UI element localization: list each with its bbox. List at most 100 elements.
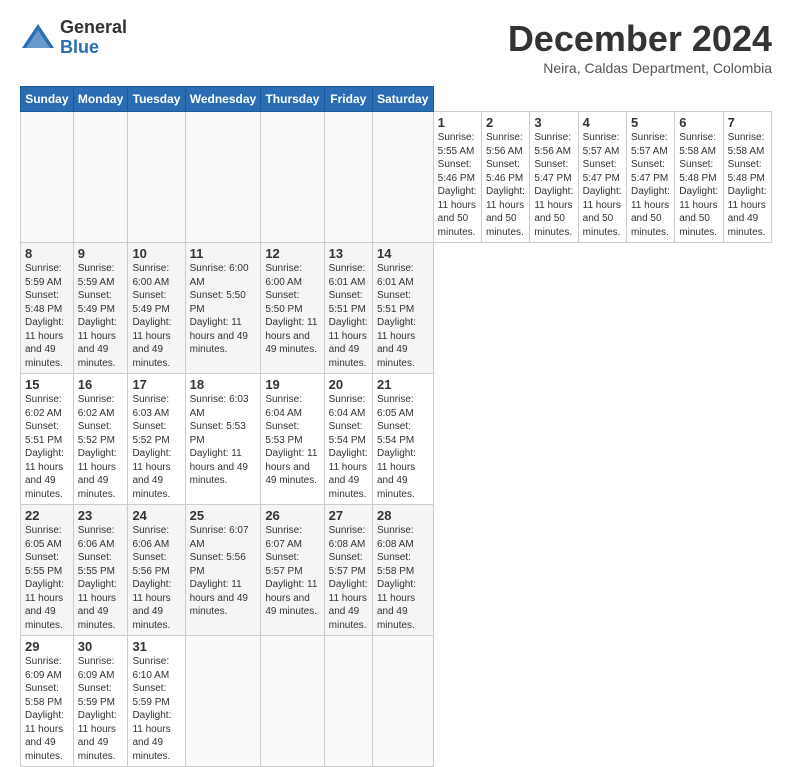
day-info: Sunrise: 6:00 AMSunset: 5:50 PMDaylight:…: [190, 262, 257, 357]
calendar-day-cell: 27 Sunrise: 6:08 AMSunset: 5:57 PMDaylig…: [324, 505, 372, 636]
calendar-day-cell: 22 Sunrise: 6:05 AMSunset: 5:55 PMDaylig…: [21, 505, 74, 636]
day-number: 31: [132, 639, 180, 654]
logo-blue: Blue: [60, 38, 127, 58]
logo-general: General: [60, 18, 127, 38]
day-number: 30: [78, 639, 124, 654]
day-number: 27: [329, 508, 368, 523]
calendar-day-cell: 8 Sunrise: 5:59 AMSunset: 5:48 PMDayligh…: [21, 243, 74, 374]
day-info: Sunrise: 5:58 AMSunset: 5:48 PMDaylight:…: [679, 131, 718, 239]
day-number: 14: [377, 246, 429, 261]
day-number: 2: [486, 115, 525, 130]
day-info: Sunrise: 5:59 AMSunset: 5:48 PMDaylight:…: [25, 262, 69, 370]
day-number: 3: [534, 115, 573, 130]
calendar-day-cell: 18 Sunrise: 6:03 AMSunset: 5:53 PMDaylig…: [185, 374, 261, 505]
calendar-week-row: 15 Sunrise: 6:02 AMSunset: 5:51 PMDaylig…: [21, 374, 772, 505]
day-number: 10: [132, 246, 180, 261]
calendar-day-cell: [261, 636, 324, 767]
calendar-day-cell: 16 Sunrise: 6:02 AMSunset: 5:52 PMDaylig…: [73, 374, 128, 505]
calendar-day-header: Thursday: [261, 87, 324, 112]
logo-icon: [20, 20, 56, 56]
day-number: 29: [25, 639, 69, 654]
day-number: 28: [377, 508, 429, 523]
title-section: December 2024 Neira, Caldas Department, …: [508, 18, 772, 76]
day-number: 13: [329, 246, 368, 261]
calendar-day-cell: 30 Sunrise: 6:09 AMSunset: 5:59 PMDaylig…: [73, 636, 128, 767]
calendar-day-cell: [185, 636, 261, 767]
calendar-day-header: Sunday: [21, 87, 74, 112]
calendar-day-header: Saturday: [372, 87, 433, 112]
calendar-day-header: Friday: [324, 87, 372, 112]
day-info: Sunrise: 5:58 AMSunset: 5:48 PMDaylight:…: [728, 131, 767, 239]
day-number: 20: [329, 377, 368, 392]
calendar-day-cell: 15 Sunrise: 6:02 AMSunset: 5:51 PMDaylig…: [21, 374, 74, 505]
day-number: 23: [78, 508, 124, 523]
day-number: 15: [25, 377, 69, 392]
day-info: Sunrise: 5:59 AMSunset: 5:49 PMDaylight:…: [78, 262, 124, 370]
calendar-day-cell: [185, 112, 261, 243]
day-info: Sunrise: 6:01 AMSunset: 5:51 PMDaylight:…: [377, 262, 429, 370]
calendar-day-cell: [324, 636, 372, 767]
day-number: 26: [265, 508, 319, 523]
day-info: Sunrise: 5:57 AMSunset: 5:47 PMDaylight:…: [583, 131, 622, 239]
day-info: Sunrise: 6:03 AMSunset: 5:52 PMDaylight:…: [132, 393, 180, 501]
day-info: Sunrise: 6:04 AMSunset: 5:53 PMDaylight:…: [265, 393, 319, 488]
page: General Blue December 2024 Neira, Caldas…: [0, 0, 792, 612]
calendar-day-cell: 12 Sunrise: 6:00 AMSunset: 5:50 PMDaylig…: [261, 243, 324, 374]
calendar-header-row: SundayMondayTuesdayWednesdayThursdayFrid…: [21, 87, 772, 112]
day-number: 21: [377, 377, 429, 392]
day-number: 9: [78, 246, 124, 261]
calendar-day-cell: 11 Sunrise: 6:00 AMSunset: 5:50 PMDaylig…: [185, 243, 261, 374]
calendar-week-row: 1 Sunrise: 5:55 AMSunset: 5:46 PMDayligh…: [21, 112, 772, 243]
month-title: December 2024: [508, 18, 772, 60]
calendar-day-cell: 3 Sunrise: 5:56 AMSunset: 5:47 PMDayligh…: [530, 112, 578, 243]
calendar-day-cell: 31 Sunrise: 6:10 AMSunset: 5:59 PMDaylig…: [128, 636, 185, 767]
calendar-day-cell: 9 Sunrise: 5:59 AMSunset: 5:49 PMDayligh…: [73, 243, 128, 374]
logo-text: General Blue: [60, 18, 127, 58]
calendar-day-cell: 5 Sunrise: 5:57 AMSunset: 5:47 PMDayligh…: [626, 112, 674, 243]
calendar-day-cell: 17 Sunrise: 6:03 AMSunset: 5:52 PMDaylig…: [128, 374, 185, 505]
day-info: Sunrise: 6:05 AMSunset: 5:54 PMDaylight:…: [377, 393, 429, 501]
calendar-day-header: Wednesday: [185, 87, 261, 112]
day-number: 6: [679, 115, 718, 130]
calendar-day-cell: 20 Sunrise: 6:04 AMSunset: 5:54 PMDaylig…: [324, 374, 372, 505]
day-number: 8: [25, 246, 69, 261]
day-info: Sunrise: 6:00 AMSunset: 5:49 PMDaylight:…: [132, 262, 180, 370]
calendar-day-cell: [324, 112, 372, 243]
day-number: 12: [265, 246, 319, 261]
day-info: Sunrise: 6:08 AMSunset: 5:57 PMDaylight:…: [329, 524, 368, 632]
calendar-day-cell: 29 Sunrise: 6:09 AMSunset: 5:58 PMDaylig…: [21, 636, 74, 767]
calendar-day-cell: [372, 636, 433, 767]
day-number: 5: [631, 115, 670, 130]
day-number: 1: [438, 115, 477, 130]
calendar-day-cell: 23 Sunrise: 6:06 AMSunset: 5:55 PMDaylig…: [73, 505, 128, 636]
calendar-day-cell: 2 Sunrise: 5:56 AMSunset: 5:46 PMDayligh…: [481, 112, 529, 243]
day-number: 18: [190, 377, 257, 392]
day-info: Sunrise: 6:07 AMSunset: 5:56 PMDaylight:…: [190, 524, 257, 619]
day-info: Sunrise: 5:55 AMSunset: 5:46 PMDaylight:…: [438, 131, 477, 239]
calendar-week-row: 22 Sunrise: 6:05 AMSunset: 5:55 PMDaylig…: [21, 505, 772, 636]
day-info: Sunrise: 5:56 AMSunset: 5:46 PMDaylight:…: [486, 131, 525, 239]
calendar-day-cell: 1 Sunrise: 5:55 AMSunset: 5:46 PMDayligh…: [433, 112, 481, 243]
day-info: Sunrise: 6:09 AMSunset: 5:59 PMDaylight:…: [78, 655, 124, 763]
day-info: Sunrise: 6:08 AMSunset: 5:58 PMDaylight:…: [377, 524, 429, 632]
day-info: Sunrise: 6:02 AMSunset: 5:52 PMDaylight:…: [78, 393, 124, 501]
calendar-day-cell: [372, 112, 433, 243]
day-number: 17: [132, 377, 180, 392]
day-number: 22: [25, 508, 69, 523]
day-number: 19: [265, 377, 319, 392]
calendar-day-cell: 19 Sunrise: 6:04 AMSunset: 5:53 PMDaylig…: [261, 374, 324, 505]
calendar-day-cell: 14 Sunrise: 6:01 AMSunset: 5:51 PMDaylig…: [372, 243, 433, 374]
calendar-day-cell: 10 Sunrise: 6:00 AMSunset: 5:49 PMDaylig…: [128, 243, 185, 374]
calendar-day-cell: 21 Sunrise: 6:05 AMSunset: 5:54 PMDaylig…: [372, 374, 433, 505]
calendar-day-cell: [21, 112, 74, 243]
day-info: Sunrise: 6:05 AMSunset: 5:55 PMDaylight:…: [25, 524, 69, 632]
calendar-day-header: Monday: [73, 87, 128, 112]
day-info: Sunrise: 6:04 AMSunset: 5:54 PMDaylight:…: [329, 393, 368, 501]
calendar-week-row: 8 Sunrise: 5:59 AMSunset: 5:48 PMDayligh…: [21, 243, 772, 374]
calendar-day-cell: [128, 112, 185, 243]
day-info: Sunrise: 6:07 AMSunset: 5:57 PMDaylight:…: [265, 524, 319, 619]
day-info: Sunrise: 6:06 AMSunset: 5:56 PMDaylight:…: [132, 524, 180, 632]
day-info: Sunrise: 6:02 AMSunset: 5:51 PMDaylight:…: [25, 393, 69, 501]
day-number: 4: [583, 115, 622, 130]
day-info: Sunrise: 6:03 AMSunset: 5:53 PMDaylight:…: [190, 393, 257, 488]
